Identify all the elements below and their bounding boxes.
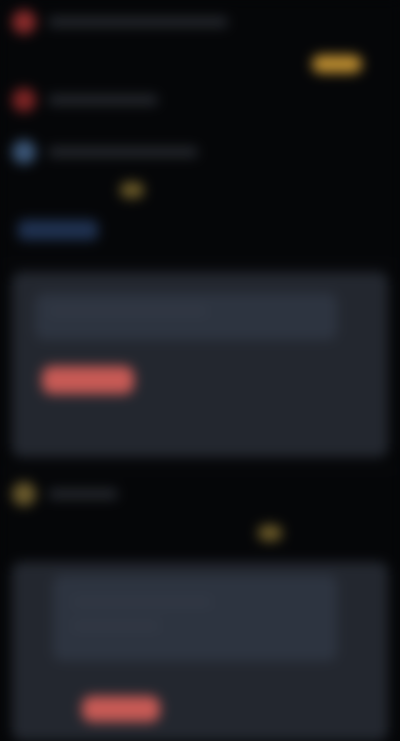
card-2-action-button[interactable] (82, 696, 160, 722)
card-2-inner-panel (54, 576, 336, 660)
list-row-3[interactable] (12, 140, 388, 164)
card-1 (12, 272, 388, 457)
card-1-inner-panel (36, 294, 336, 339)
list-row-1-text (48, 17, 228, 27)
avatar (12, 10, 36, 34)
blurred-screen (0, 0, 400, 741)
list-row-1[interactable] (12, 10, 388, 34)
card-2-placeholder-text (72, 622, 160, 630)
selected-tab[interactable] (18, 220, 98, 240)
avatar (12, 482, 36, 506)
divider (0, 470, 400, 471)
avatar (12, 88, 36, 112)
card-1-placeholder-text (48, 307, 208, 315)
screen-description (0, 0, 1, 1)
list-row-2[interactable] (12, 88, 388, 112)
status-badge (120, 182, 144, 198)
divider (0, 262, 400, 263)
list-row-3-text (48, 147, 198, 157)
section-heading-text (48, 489, 118, 499)
section-heading (12, 482, 388, 506)
card-2-placeholder-text (72, 598, 212, 606)
status-badge (258, 525, 282, 541)
avatar (12, 140, 36, 164)
card-1-action-button[interactable] (42, 366, 134, 394)
status-badge (312, 55, 362, 73)
card-2 (12, 562, 388, 741)
list-row-2-text (48, 95, 158, 105)
